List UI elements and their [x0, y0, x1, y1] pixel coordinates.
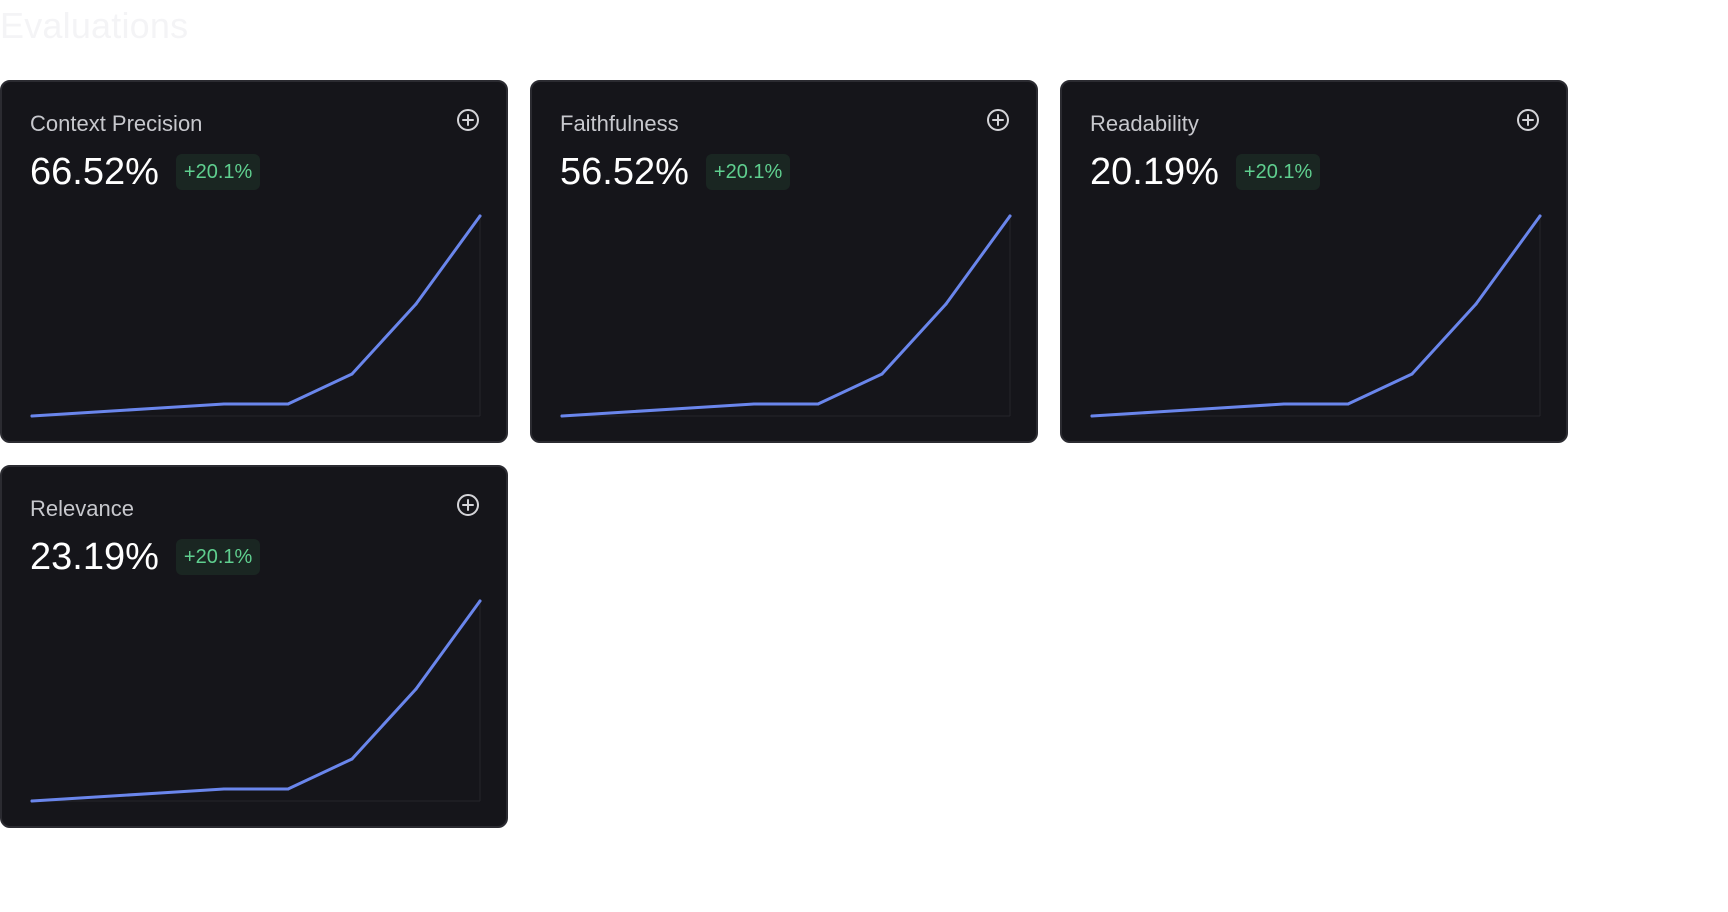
- data-point: [478, 599, 482, 603]
- add-button[interactable]: [986, 108, 1010, 132]
- add-button[interactable]: [1516, 108, 1540, 132]
- data-point: [94, 795, 98, 799]
- data-point: [158, 791, 162, 795]
- metric-row: 20.19% +20.1%: [1090, 150, 1321, 194]
- sparkline-chart: [30, 599, 482, 803]
- data-point: [1090, 414, 1094, 418]
- data-point: [560, 414, 564, 418]
- card-title: Readability: [1090, 111, 1199, 136]
- series-line: [560, 214, 1012, 418]
- data-point: [624, 410, 628, 414]
- data-point: [944, 302, 948, 306]
- data-point: [286, 787, 290, 791]
- evaluation-card-readability: Readability 20.19% +20.1%: [1060, 80, 1568, 443]
- add-button[interactable]: [456, 493, 480, 517]
- delta-badge: +20.1%: [1235, 154, 1321, 190]
- data-point: [1218, 406, 1222, 410]
- data-point: [688, 406, 692, 410]
- delta-badge: +20.1%: [175, 154, 261, 190]
- delta-badge: +20.1%: [705, 154, 791, 190]
- plus-circle-icon: [987, 109, 1009, 131]
- data-point: [816, 402, 820, 406]
- card-title: Faithfulness: [560, 111, 679, 136]
- sparkline-chart: [560, 214, 1012, 418]
- data-point: [286, 402, 290, 406]
- plus-circle-icon: [1517, 109, 1539, 131]
- data-point: [1410, 372, 1414, 376]
- data-point: [158, 406, 162, 410]
- series-line: [30, 214, 482, 418]
- card-title: Relevance: [30, 496, 134, 521]
- card-title: Context Precision: [30, 111, 203, 136]
- data-point: [752, 402, 756, 406]
- metric-row: 66.52% +20.1%: [30, 150, 261, 194]
- evaluation-card-context-precision: Context Precision 66.52% +20.1%: [0, 80, 508, 443]
- metric-value: 66.52%: [30, 151, 159, 193]
- plus-circle-icon: [457, 494, 479, 516]
- evaluation-card-faithfulness: Faithfulness 56.52% +20.1%: [530, 80, 1038, 443]
- series-line: [30, 599, 482, 803]
- sparkline-chart: [30, 214, 482, 418]
- data-point: [1538, 214, 1542, 218]
- sparkline-chart: [1090, 214, 1542, 418]
- metric-row: 23.19% +20.1%: [30, 535, 261, 579]
- data-point: [30, 414, 34, 418]
- metric-value: 23.19%: [30, 536, 159, 578]
- evaluation-cards-grid: Context Precision 66.52% +20.1% Faithful…: [0, 80, 1568, 828]
- data-point: [350, 372, 354, 376]
- data-point: [414, 302, 418, 306]
- add-button[interactable]: [456, 108, 480, 132]
- metric-value: 20.19%: [1090, 151, 1219, 193]
- metric-row: 56.52% +20.1%: [560, 150, 791, 194]
- series-line: [1090, 214, 1542, 418]
- data-point: [222, 402, 226, 406]
- data-point: [350, 757, 354, 761]
- data-point: [222, 787, 226, 791]
- data-point: [1008, 214, 1012, 218]
- data-point: [94, 410, 98, 414]
- evaluation-card-relevance: Relevance 23.19% +20.1%: [0, 465, 508, 828]
- delta-badge: +20.1%: [175, 539, 261, 575]
- data-point: [880, 372, 884, 376]
- data-point: [30, 799, 34, 803]
- data-point: [414, 687, 418, 691]
- metric-value: 56.52%: [560, 151, 689, 193]
- data-point: [1154, 410, 1158, 414]
- page-title: Evaluations: [0, 5, 189, 46]
- data-point: [1346, 402, 1350, 406]
- data-point: [478, 214, 482, 218]
- data-point: [1282, 402, 1286, 406]
- plus-circle-icon: [457, 109, 479, 131]
- data-point: [1474, 302, 1478, 306]
